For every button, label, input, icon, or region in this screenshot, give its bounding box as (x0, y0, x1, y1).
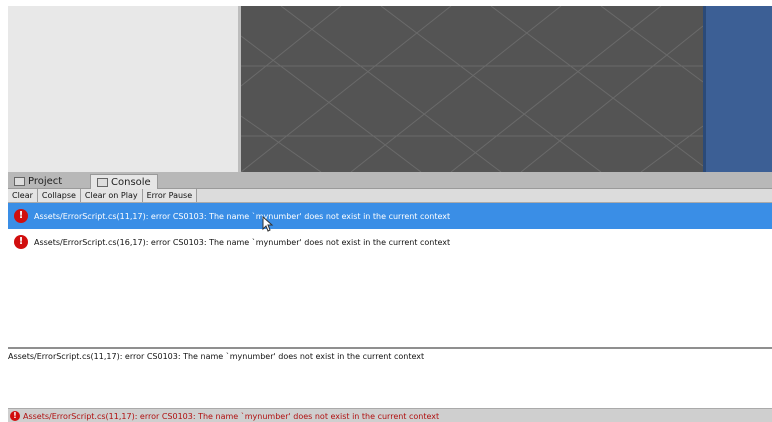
editor-window: Project Console Clear Collapse Clear on … (8, 6, 772, 422)
log-entry-text: Assets/ErrorScript.cs(11,17): error CS01… (34, 211, 451, 221)
console-detail-pane[interactable]: Assets/ErrorScript.cs(11,17): error CS01… (8, 349, 772, 408)
clear-button[interactable]: Clear (8, 189, 38, 202)
log-entry-text: Assets/ErrorScript.cs(16,17): error CS01… (34, 237, 451, 247)
tab-bar: Project Console (8, 172, 772, 189)
scene-view[interactable] (241, 6, 703, 172)
tab-console[interactable]: Console (90, 174, 158, 189)
status-text: Assets/ErrorScript.cs(11,17): error CS01… (23, 411, 440, 421)
console-icon (97, 177, 108, 187)
tab-project-label: Project (28, 176, 63, 187)
inspector-panel (703, 6, 772, 172)
detail-text: Assets/ErrorScript.cs(11,17): error CS01… (8, 352, 425, 361)
console-log-list[interactable]: ! Assets/ErrorScript.cs(11,17): error CS… (8, 203, 772, 347)
folder-icon (14, 177, 25, 186)
hierarchy-panel (8, 6, 238, 172)
clear-on-play-button[interactable]: Clear on Play (80, 189, 143, 202)
status-bar[interactable]: ! Assets/ErrorScript.cs(11,17): error CS… (8, 408, 772, 422)
tab-project[interactable]: Project (8, 175, 68, 188)
error-icon: ! (14, 209, 28, 223)
log-entry[interactable]: ! Assets/ErrorScript.cs(16,17): error CS… (8, 229, 772, 255)
tab-console-label: Console (111, 176, 151, 188)
console-toolbar: Clear Collapse Clear on Play Error Pause (8, 189, 772, 203)
error-pause-button[interactable]: Error Pause (142, 189, 198, 202)
error-icon: ! (14, 235, 28, 249)
error-icon: ! (10, 411, 20, 421)
scene-grid (241, 6, 703, 172)
log-entry[interactable]: ! Assets/ErrorScript.cs(11,17): error CS… (8, 203, 772, 229)
collapse-button[interactable]: Collapse (37, 189, 81, 202)
